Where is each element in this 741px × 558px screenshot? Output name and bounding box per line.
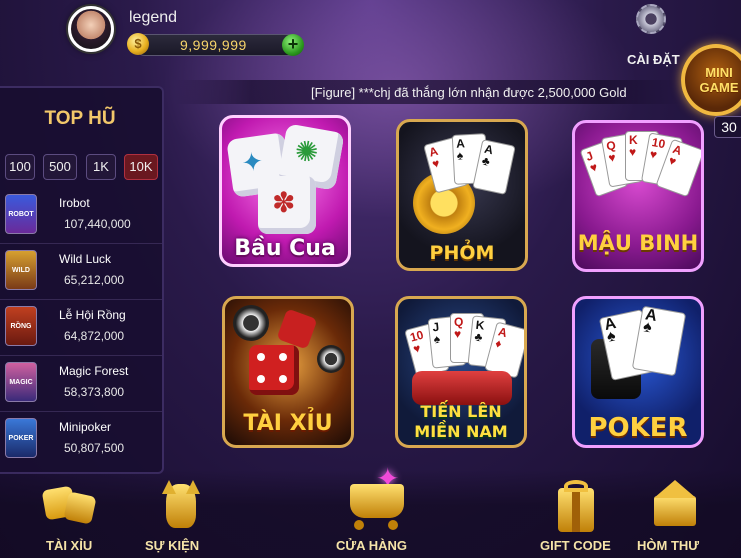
game-label-line1: TIẾN LÊN (420, 402, 502, 421)
fox-icon[interactable] (156, 480, 204, 532)
nav-su-kien[interactable]: SỰ KIỆN (145, 538, 199, 553)
wild-luck-thumbnail: WILD (5, 250, 37, 290)
jackpot-panel: TOP HŨ 100 500 1K 10K ROBOT Irobot 107,4… (0, 86, 164, 474)
gift-icon[interactable] (556, 480, 596, 532)
jackpot-amount: 58,373,800 (64, 385, 125, 399)
chip-icon (233, 305, 269, 341)
minigame-label[interactable]: MINI GAME (691, 65, 741, 95)
avatar[interactable] (68, 6, 114, 52)
game-label: MẬU BINH (577, 231, 699, 255)
jackpot-row-magic-forest[interactable]: MAGIC Magic Forest 58,373,800 (0, 356, 162, 412)
irobot-thumbnail: ROBOT (5, 194, 37, 234)
jackpot-row-minipoker[interactable]: POKER Minipoker 50,807,500 (0, 412, 162, 468)
shopping-cart-icon[interactable]: ✦ (340, 462, 410, 532)
coin-icon: $ (127, 33, 149, 55)
jackpot-amount: 64,872,000 (64, 329, 125, 343)
game-label: TÀI XỈU (243, 411, 333, 436)
game-tile-poker[interactable]: A ♠ A ♠ POKER (572, 296, 704, 448)
dice-icon: ✽ (258, 176, 316, 234)
red-dice-icon (249, 345, 299, 395)
jackpot-title: TOP HŨ (44, 108, 116, 129)
game-label-line2: MIỀN NAM (414, 422, 508, 441)
game-label: POKER (588, 413, 688, 443)
minigame-count-badge: 30 (714, 116, 741, 138)
dice-icon[interactable] (41, 480, 97, 528)
username: legend (129, 9, 178, 26)
jackpot-filter-500[interactable]: 500 (43, 154, 77, 180)
chip-icon (317, 345, 345, 373)
jackpot-filter-100[interactable]: 100 (5, 154, 35, 180)
game-label: Bầu Cua (234, 236, 336, 261)
jackpot-row-wild-luck[interactable]: WILD Wild Luck 65,212,000 (0, 244, 162, 300)
red-dice-icon (276, 308, 318, 350)
jackpot-amount: 50,807,500 (64, 441, 125, 455)
jackpot-amount: 65,212,000 (64, 273, 125, 287)
jackpot-game-name: Irobot (59, 196, 90, 210)
game-label: PHỎM (429, 242, 495, 264)
nav-tai-xiu[interactable]: TÀI XỈU (46, 538, 92, 553)
jackpot-filter-10k[interactable]: 10K (124, 154, 158, 180)
chip-stack-icon (412, 371, 512, 405)
nav-cua-hang[interactable]: CỬA HÀNG (336, 538, 407, 553)
jackpot-row-le-hoi-rong[interactable]: RỒNG Lễ Hội Rồng 64,872,000 (0, 300, 162, 356)
game-tile-bau-cua[interactable]: ✦ ✺ ✽ Bầu Cua (219, 115, 351, 267)
jackpot-game-name: Lễ Hội Rồng (59, 308, 126, 322)
gold-balance: 9,999,999 (180, 37, 247, 53)
jackpot-filter-1k[interactable]: 1K (86, 154, 116, 180)
jackpot-row-irobot[interactable]: ROBOT Irobot 107,440,000 (0, 188, 162, 244)
gear-icon[interactable] (636, 4, 666, 34)
mail-icon[interactable] (652, 480, 698, 528)
nav-hom-thu[interactable]: HÒM THƯ (637, 538, 699, 553)
jackpot-game-name: Minipoker (59, 420, 112, 434)
magic-forest-thumbnail: MAGIC (5, 362, 37, 402)
game-tile-mau-binh[interactable]: J ♥ Q ♥ K ♥ 10 ♥ A ♥ MẬU BINH (572, 120, 704, 272)
jackpot-game-name: Wild Luck (59, 252, 112, 266)
ticker-text: [Figure] ***chj đã thắng lớn nhận được 2… (311, 85, 627, 100)
nav-gift-code[interactable]: GIFT CODE (540, 538, 611, 553)
jackpot-amount: 107,440,000 (64, 217, 131, 231)
game-tile-tien-len-mien-nam[interactable]: 10 ♥ J ♠ Q ♥ K ♣ A ♦ TIẾN LÊN MIỀN NAM (395, 296, 527, 448)
minipoker-thumbnail: POKER (5, 418, 37, 458)
game-tile-tai-xiu[interactable]: TÀI XỈU (222, 296, 354, 448)
dragon-thumbnail: RỒNG (5, 306, 37, 346)
card-icon: A ♠ (631, 305, 687, 377)
game-tile-phom[interactable]: A ♥ A ♠ A ♣ PHỎM (396, 119, 528, 271)
add-gold-button[interactable]: + (282, 34, 304, 56)
jackpot-game-name: Magic Forest (59, 364, 129, 378)
settings-button-label[interactable]: CÀI ĐẶT (627, 52, 680, 67)
